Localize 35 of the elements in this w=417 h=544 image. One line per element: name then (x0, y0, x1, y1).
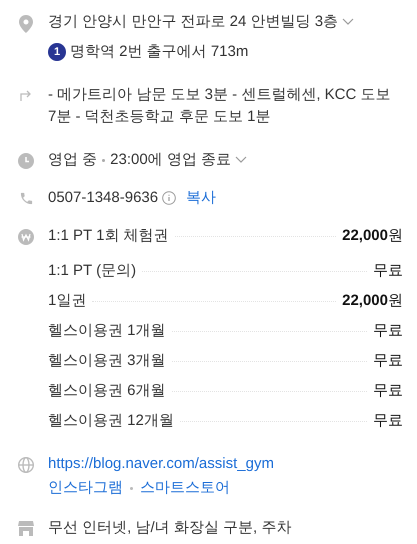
price-item-name: 헬스이용권 3개월 (48, 350, 166, 371)
chevron-icon[interactable] (235, 156, 248, 164)
price-value: 22,000원 (342, 226, 403, 246)
price-value: 22,000원 (342, 290, 403, 311)
address-text: 경기 안양시 만안구 전파로 24 안변빌딩 3층 (48, 12, 338, 32)
price-value: 무료 (373, 320, 403, 341)
price-item-name: 1일권 (48, 290, 86, 311)
price-item-name: 1:1 PT (문의) (48, 260, 136, 281)
store-icon (18, 521, 34, 536)
price-item-name: 헬스이용권 6개월 (48, 380, 166, 401)
globe-icon (18, 457, 34, 473)
copy-link[interactable]: 복사 (186, 188, 216, 208)
closing-time: 23:00에 영업 종료 (110, 150, 232, 170)
social-link[interactable]: 스마트스토어 (140, 478, 230, 498)
clock-icon (18, 153, 34, 169)
info-icon[interactable] (162, 191, 176, 205)
open-status: 영업 중 (48, 150, 98, 170)
won-icon (18, 229, 34, 245)
amenities-text: 무선 인터넷, 남/녀 화장실 구분, 주차 (48, 518, 292, 538)
subway-line-badge: 1 (48, 43, 66, 61)
directions-text: - 메가트리아 남문 도보 3분 - 센트럴헤센, KCC 도보 7분 - 덕천초등학교 후문 도보 1분 (48, 85, 392, 127)
phone-number: 0507-1348-9636 (48, 188, 158, 208)
price-item-name: 헬스이용권 12개월 (48, 410, 174, 431)
price-item-name: 1:1 PT 1회 체험권 (48, 226, 169, 246)
social-link[interactable]: 인스타그램 (48, 478, 123, 498)
price-value: 무료 (373, 410, 403, 431)
price-value: 무료 (373, 350, 403, 371)
website-link[interactable]: https://blog.naver.com/assist_gym (48, 454, 403, 474)
phone-icon (18, 191, 34, 206)
price-item-name: 헬스이용권 1개월 (48, 320, 166, 341)
price-value: 무료 (373, 380, 403, 401)
price-value: 무료 (373, 260, 403, 281)
location-pin-icon (19, 15, 33, 33)
subway-distance-text: 명학역 2번 출구에서 713m (70, 42, 248, 62)
chevron-icon[interactable] (342, 18, 354, 26)
